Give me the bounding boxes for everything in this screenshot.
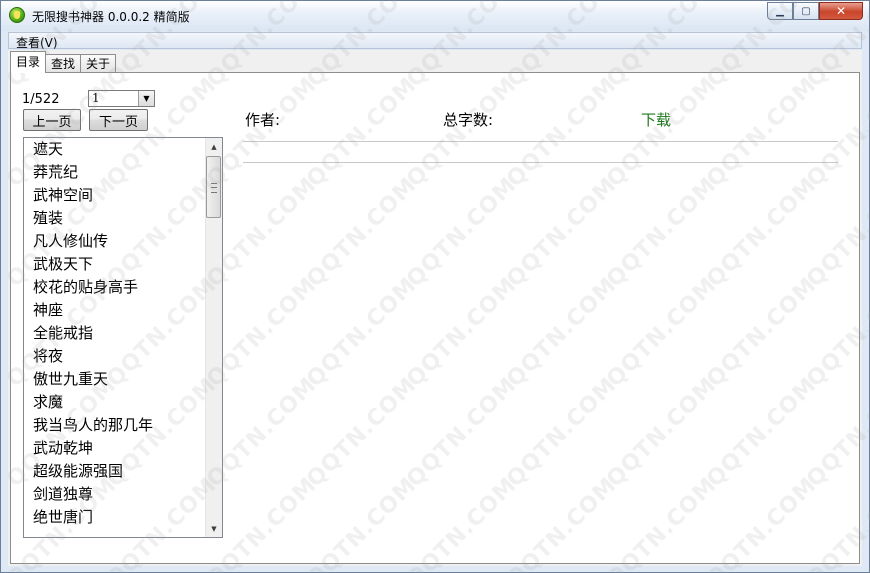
caption-buttons: ▁ ▢ ✕: [767, 2, 863, 21]
chevron-down-icon[interactable]: ▼: [138, 91, 154, 106]
list-item[interactable]: 校花的贴身高手: [24, 276, 204, 299]
word-count-label: 总字数:: [443, 111, 494, 129]
page-select[interactable]: 1 ▼: [88, 90, 155, 107]
list-item[interactable]: 武神空间: [24, 184, 204, 207]
book-list: 遮天 莽荒纪 武神空间 殖装 凡人修仙传 武极天下 校花的贴身高手 神座 全能戒…: [24, 138, 204, 529]
list-item[interactable]: 武极天下: [24, 253, 204, 276]
tab-catalog[interactable]: 目录: [10, 51, 47, 73]
download-link[interactable]: 下载: [641, 109, 671, 130]
maximize-icon: ▢: [801, 5, 811, 17]
app-logo-icon: [9, 7, 25, 23]
scroll-thumb[interactable]: [206, 156, 221, 218]
menu-view[interactable]: 查看(V): [16, 34, 58, 51]
list-item[interactable]: 神座: [24, 299, 204, 322]
list-item[interactable]: 遮天: [24, 138, 204, 161]
app-window: 无限搜书神器 0.0.0.2 精简版 ▁ ▢ ✕ 查看(V) 目录 查找 关于 …: [0, 0, 870, 573]
next-page-button[interactable]: 下一页: [89, 109, 148, 131]
list-item[interactable]: 将夜: [24, 345, 204, 368]
close-icon: ✕: [835, 4, 847, 18]
list-item[interactable]: 殖装: [24, 207, 204, 230]
list-item[interactable]: 武动乾坤: [24, 437, 204, 460]
list-item[interactable]: 全能戒指: [24, 322, 204, 345]
close-button[interactable]: ✕: [819, 2, 863, 20]
window-title: 无限搜书神器 0.0.0.2 精简版: [32, 10, 190, 24]
divider: [243, 141, 838, 142]
list-item[interactable]: 凡人修仙传: [24, 230, 204, 253]
client-area: 目录 查找 关于 1/522 1 ▼ 上一页 下一页 遮天 莽荒纪 武神空间 殖…: [8, 50, 862, 566]
page-counter: 1/522: [22, 92, 60, 107]
page-select-value: 1: [92, 91, 100, 105]
prev-page-button[interactable]: 上一页: [23, 109, 81, 131]
book-listbox[interactable]: 遮天 莽荒纪 武神空间 殖装 凡人修仙传 武极天下 校花的贴身高手 神座 全能戒…: [23, 137, 223, 538]
list-item[interactable]: 傲世九重天: [24, 368, 204, 391]
author-label: 作者:: [245, 111, 281, 129]
title-bar[interactable]: 无限搜书神器 0.0.0.2 精简版 ▁ ▢ ✕: [1, 1, 869, 31]
grip-icon: [211, 183, 217, 193]
maximize-button[interactable]: ▢: [793, 2, 819, 20]
minimize-button[interactable]: ▁: [767, 2, 793, 20]
scroll-down-icon[interactable]: ▼: [206, 520, 222, 537]
divider: [243, 162, 838, 163]
minimize-icon: ▁: [776, 5, 784, 17]
tab-about[interactable]: 关于: [80, 54, 117, 73]
list-item[interactable]: 超级能源强国: [24, 460, 204, 483]
scroll-up-icon[interactable]: ▲: [206, 138, 222, 155]
list-item[interactable]: 绝世唐门: [24, 506, 204, 529]
list-item[interactable]: 莽荒纪: [24, 161, 204, 184]
tab-strip: 目录 查找 关于: [10, 51, 117, 73]
menu-bar: 查看(V): [8, 32, 862, 51]
catalog-panel: 1/522 1 ▼ 上一页 下一页 遮天 莽荒纪 武神空间 殖装 凡人修仙传 武…: [10, 72, 860, 564]
list-item[interactable]: 剑道独尊: [24, 483, 204, 506]
list-item[interactable]: 求魔: [24, 391, 204, 414]
tab-search[interactable]: 查找: [45, 54, 82, 73]
list-item[interactable]: 我当鸟人的那几年: [24, 414, 204, 437]
list-scrollbar[interactable]: ▲ ▼: [205, 138, 222, 537]
